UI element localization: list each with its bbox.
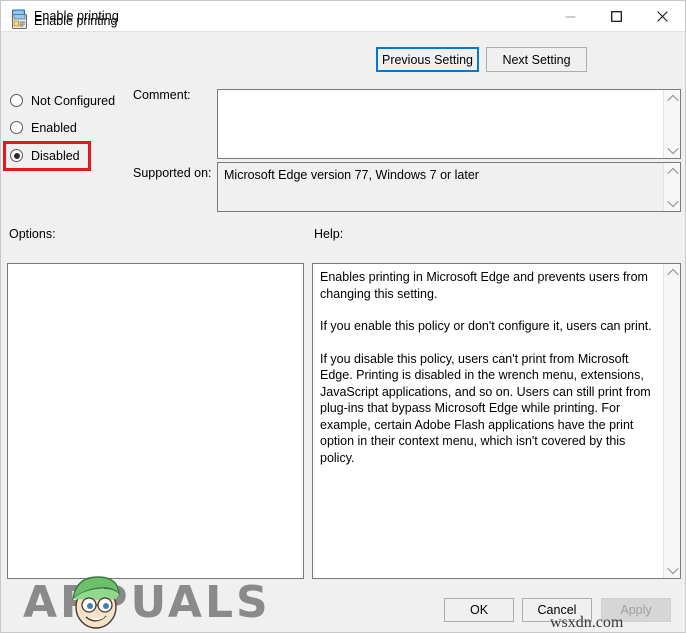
help-paragraph: If you enable this policy or don't confi… [320,319,652,333]
appuals-wordmark: APPUALS [23,577,271,628]
options-label: Options: [9,227,56,241]
cancel-button[interactable]: Cancel [522,598,592,622]
comment-scrollbar[interactable] [663,90,680,158]
help-text: Enables printing in Microsoft Edge and p… [320,269,655,466]
radio-label: Enabled [31,120,77,135]
apply-button: Apply [601,598,671,622]
minimize-button[interactable] [547,1,593,31]
group-policy-setting-dialog: Enable printing Enable printing Previous… [0,0,686,633]
help-paragraph: If you disable this policy, users can't … [320,351,651,465]
options-panel[interactable] [7,263,304,579]
close-icon [656,10,668,22]
radio-option-enabled[interactable]: Enabled [10,119,77,136]
radio-option-not-configured[interactable]: Not Configured [10,92,115,109]
scroll-down-icon[interactable] [664,194,680,211]
policy-document-icon [11,13,28,30]
maximize-button[interactable] [593,1,639,31]
supported-on-field: Microsoft Edge version 77, Windows 7 or … [217,162,681,212]
radio-indicator-selected [10,149,23,162]
help-paragraph: Enables printing in Microsoft Edge and p… [320,270,648,301]
help-label: Help: [314,227,344,241]
help-panel: Enables printing in Microsoft Edge and p… [312,263,681,579]
ok-button[interactable]: OK [444,598,514,622]
appuals-watermark: APPUALS [23,571,268,629]
radio-label: Disabled [31,148,80,163]
help-scrollbar[interactable] [663,264,680,578]
supported-on-label: Supported on: [133,166,212,180]
window-controls [547,1,685,31]
maximize-icon [610,10,622,22]
radio-option-disabled[interactable]: Disabled [10,147,80,164]
previous-setting-button[interactable]: Previous Setting [376,47,479,72]
scroll-up-icon[interactable] [664,163,680,180]
radio-indicator [10,121,23,134]
comment-textarea[interactable] [217,89,681,159]
radio-label: Not Configured [31,93,116,108]
close-button[interactable] [639,1,685,31]
scroll-down-icon[interactable] [664,561,680,578]
minimize-icon [565,16,575,17]
appuals-mascot-icon [72,576,120,629]
next-setting-button[interactable]: Next Setting [486,47,587,72]
supported-on-scrollbar[interactable] [663,163,680,211]
radio-indicator [10,94,23,107]
scroll-up-icon[interactable] [664,264,680,281]
scroll-down-icon[interactable] [664,141,680,158]
supported-on-value: Microsoft Edge version 77, Windows 7 or … [224,168,479,182]
comment-label: Comment: [133,88,191,102]
scroll-up-icon[interactable] [664,90,680,107]
setting-title: Enable printing [34,14,118,28]
